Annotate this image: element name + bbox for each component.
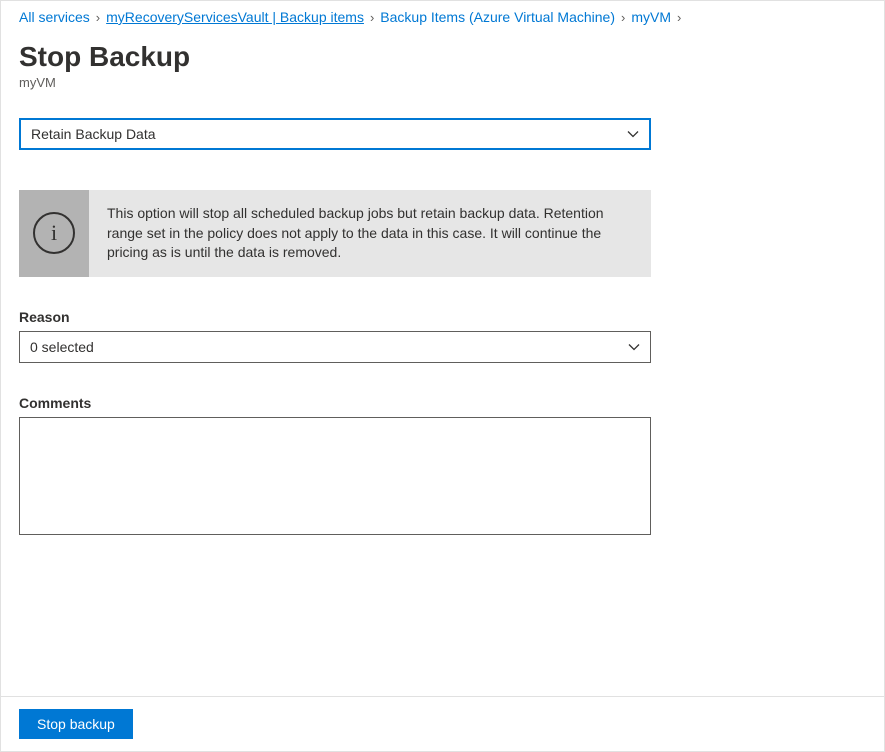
breadcrumb-backup-items-azure-vm[interactable]: Backup Items (Azure Virtual Machine) [380,9,615,25]
reason-select[interactable]: 0 selected [19,331,651,363]
chevron-right-icon: › [368,10,376,25]
chevron-right-icon: › [619,10,627,25]
page-subtitle: myVM [19,75,866,90]
info-icon: i [33,212,75,254]
chevron-down-icon [627,128,639,140]
backup-option-select[interactable]: Retain Backup Data [19,118,651,150]
backup-option-value: Retain Backup Data [31,126,156,142]
breadcrumb-all-services[interactable]: All services [19,9,90,25]
comments-label: Comments [19,395,866,411]
footer-bar: Stop backup [1,696,884,751]
breadcrumb: All services › myRecoveryServicesVault |… [1,1,884,31]
breadcrumb-myvm[interactable]: myVM [631,9,671,25]
page-title: Stop Backup [19,41,866,73]
reason-label: Reason [19,309,866,325]
breadcrumb-vault-backup-items[interactable]: myRecoveryServicesVault | Backup items [106,9,364,25]
info-message-text: This option will stop all scheduled back… [89,190,651,277]
stop-backup-button[interactable]: Stop backup [19,709,133,739]
main-content: Stop Backup myVM Retain Backup Data i Th… [1,31,884,540]
chevron-down-icon [628,341,640,353]
chevron-right-icon: › [675,10,683,25]
info-icon-area: i [19,190,89,277]
reason-value: 0 selected [30,339,94,355]
info-message-box: i This option will stop all scheduled ba… [19,190,651,277]
chevron-right-icon: › [94,10,102,25]
comments-textarea[interactable] [19,417,651,535]
